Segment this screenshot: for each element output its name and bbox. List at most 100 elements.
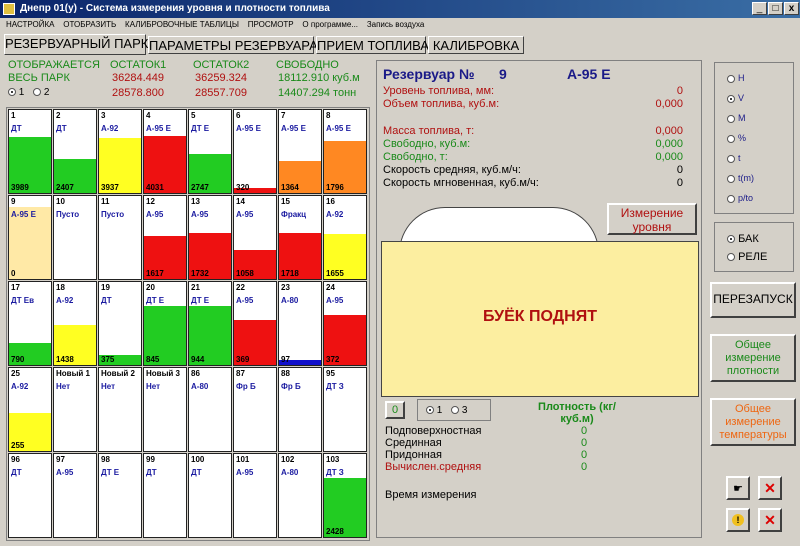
tank-cell[interactable]: 12 А-95 1617 (143, 195, 187, 280)
tank-fuel: А-95 Е (281, 124, 306, 133)
warning-button[interactable]: ! (726, 508, 750, 532)
tank-cell[interactable]: 4 А-95 Е 4031 (143, 109, 187, 194)
tank-cell[interactable]: 98 ДТ Е (98, 453, 142, 538)
tab-fuel-receipt[interactable]: ПРИЕМ ТОПЛИВА (316, 36, 429, 54)
tank-cell[interactable]: 3 А-92 3937 (98, 109, 142, 194)
tank-number: 17 (11, 283, 20, 292)
tank-cell[interactable]: 21 ДТ Е 944 (188, 281, 232, 366)
minimize-button[interactable]: _ (752, 2, 767, 15)
unit-radio[interactable] (727, 94, 735, 103)
close-button[interactable]: x (784, 2, 799, 15)
menu-view[interactable]: ПРОСМОТР (248, 18, 294, 32)
tank-cell[interactable]: 13 А-95 1732 (188, 195, 232, 280)
tank-cell[interactable]: 17 ДТ Ев 790 (8, 281, 52, 366)
tank-cell[interactable]: Новый 3 Нет (143, 367, 187, 452)
unit-radio[interactable] (727, 194, 735, 203)
tank-cell[interactable]: 100 ДТ (188, 453, 232, 538)
restart-button[interactable]: ПЕРЕЗАПУСК (710, 282, 796, 318)
tank-cell[interactable]: 9 А-95 Е 0 (8, 195, 52, 280)
unit-option[interactable]: t (727, 153, 741, 163)
unit-radio[interactable] (727, 154, 735, 163)
mode-bak-radio[interactable] (727, 235, 735, 244)
tab-tank-params[interactable]: ПАРАМЕТРЫ РЕЗЕРВУАРА (148, 36, 318, 54)
tank-cell[interactable]: 99 ДТ (143, 453, 187, 538)
tank-cell[interactable]: 95 ДТ З (323, 367, 367, 452)
park-radio-1[interactable] (8, 88, 16, 97)
menu-display[interactable]: ОТОБРАЗИТЬ (63, 18, 116, 32)
tank-cell[interactable]: 97 А-95 (53, 453, 97, 538)
tab-tank-park[interactable]: РЕЗЕРВУАРНЫЙ ПАРК (4, 34, 148, 55)
unit-option[interactable]: M (727, 113, 746, 123)
tank-cell[interactable]: 88 Фр Б (278, 367, 322, 452)
tank-cell[interactable]: 5 ДТ Е 2747 (188, 109, 232, 194)
tank-cell[interactable]: 25 А-92 255 (8, 367, 52, 452)
unit-label: t (738, 153, 741, 163)
menu-air-record[interactable]: Запись воздуха (367, 18, 425, 32)
tank-number: 103 (326, 455, 340, 464)
tank-grid: 1 ДТ 3989 2 ДТ 2407 3 А-92 3937 4 А-95 Е 4031 5 ДТ Е2… (6, 107, 370, 541)
tank-number: 87 (236, 369, 245, 378)
unit-radio[interactable] (727, 114, 735, 123)
unit-option[interactable]: t(m) (727, 173, 754, 183)
remainder2-header: ОСТАТОК2 (193, 59, 250, 71)
measure-level-button[interactable]: Измерение уровня (607, 203, 697, 235)
unit-radio[interactable] (727, 134, 735, 143)
unit-label: V (738, 93, 745, 103)
tank-cell[interactable]: Новый 1 Нет (53, 367, 97, 452)
density-radio-3[interactable] (451, 406, 460, 415)
unit-radio[interactable] (727, 74, 735, 83)
tank-cell[interactable]: 102 А-80 (278, 453, 322, 538)
tank-cell[interactable]: 16 А-92 1655 (323, 195, 367, 280)
tank-cell[interactable]: 22 А-95 369 (233, 281, 277, 366)
unit-option[interactable]: % (727, 133, 746, 143)
tank-number: 88 (281, 369, 290, 378)
tank-fuel: Фракц (281, 210, 307, 219)
tank-cell[interactable]: 15 Фракц 1718 (278, 195, 322, 280)
tank-cell[interactable]: 11 Пусто (98, 195, 142, 280)
tank-cell[interactable]: 7 А-95 Е 1364 (278, 109, 322, 194)
density-radio-1[interactable] (426, 406, 434, 415)
tank-volume: 1617 (146, 269, 164, 278)
tank-cell[interactable]: Новый 2 Нет (98, 367, 142, 452)
free-header: СВОБОДНО (276, 59, 339, 71)
tank-cell[interactable]: 6 А-95 Е 320 (233, 109, 277, 194)
tank-fuel: А-95 Е (11, 210, 36, 219)
tank-cell[interactable]: 101 А-95 (233, 453, 277, 538)
tank-cell[interactable]: 2 ДТ 2407 (53, 109, 97, 194)
close-red-button-2[interactable]: ✕ (758, 508, 782, 532)
tank-cell[interactable]: 14 А-95 1058 (233, 195, 277, 280)
tool-button[interactable]: ☛ (726, 476, 750, 500)
tank-cell[interactable]: 86 А-80 (188, 367, 232, 452)
tank-cell[interactable]: 18 А-92 1438 (53, 281, 97, 366)
mode-rele-radio[interactable] (727, 253, 735, 262)
tank-cell[interactable]: 10 Пусто (53, 195, 97, 280)
unit-option[interactable]: H (727, 73, 745, 83)
close-red-button-1[interactable]: ✕ (758, 476, 782, 500)
tank-cell[interactable]: 1 ДТ 3989 (8, 109, 52, 194)
tank-cell[interactable]: 23 А-80 97 (278, 281, 322, 366)
tank-cell[interactable]: 96 ДТ (8, 453, 52, 538)
menu-settings[interactable]: НАСТРОЙКА (6, 18, 54, 32)
unit-label: t(m) (738, 173, 754, 183)
tank-number: 9 (11, 197, 16, 206)
tank-cell[interactable]: 20 ДТ Е 845 (143, 281, 187, 366)
density-all-button[interactable]: Общее измерение плотности (710, 334, 796, 382)
park-radio-2[interactable] (33, 88, 42, 97)
tank-cell[interactable]: 19 ДТ 375 (98, 281, 142, 366)
app-icon (3, 3, 15, 15)
tank-number: 95 (326, 369, 335, 378)
unit-option[interactable]: V (727, 93, 744, 103)
tank-cell[interactable]: 8 А-95 Е 1796 (323, 109, 367, 194)
tank-cell[interactable]: 87 Фр Б (233, 367, 277, 452)
unit-radio[interactable] (727, 174, 735, 183)
tank-cell[interactable]: 103 ДТ З 2428 (323, 453, 367, 538)
hand-icon: ☛ (733, 483, 743, 495)
tab-calibration[interactable]: КАЛИБРОВКА (428, 36, 524, 54)
unit-option[interactable]: p/to (727, 193, 753, 203)
tank-cell[interactable]: 24 А-95 372 (323, 281, 367, 366)
menu-calibration-tables[interactable]: КАЛИБРОВОЧНЫЕ ТАБЛИЦЫ (125, 18, 239, 32)
tank-fuel: А-95 (236, 296, 254, 305)
maximize-button[interactable]: □ (768, 2, 783, 15)
menu-about[interactable]: О программе... (302, 18, 358, 32)
temperature-all-button[interactable]: Общее измерение температуры (710, 398, 796, 446)
